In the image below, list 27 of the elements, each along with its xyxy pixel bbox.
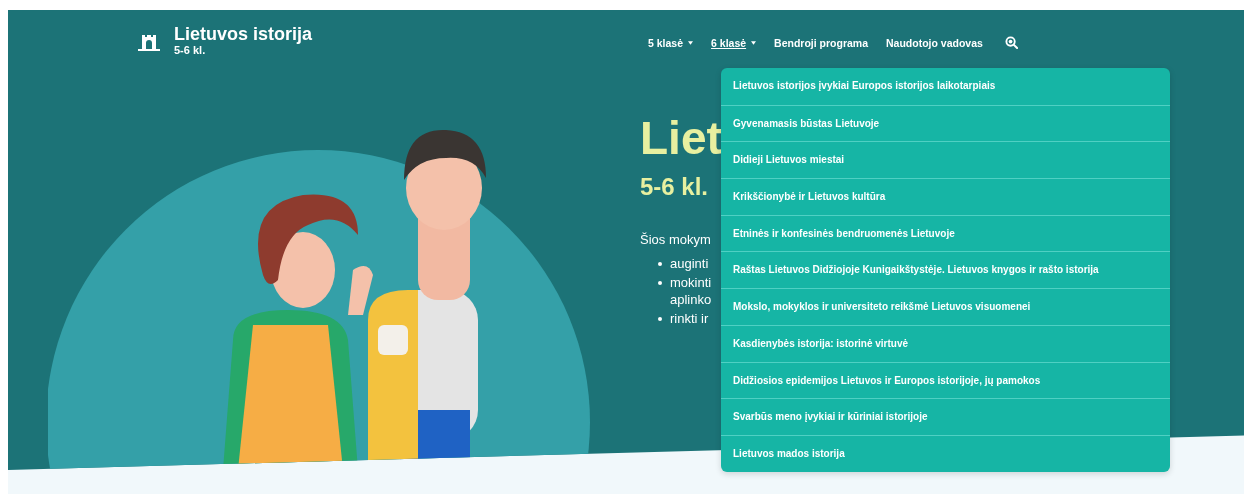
- bullet-icon: [658, 317, 662, 321]
- menu-item[interactable]: Didieji Lietuvos miestai: [721, 141, 1170, 179]
- bullet-text: auginti: [670, 255, 709, 272]
- hero-subtitle: 5-6 kl.: [640, 172, 710, 202]
- menu-item[interactable]: Lietuvos mados istorija: [721, 434, 1170, 472]
- bullet-text: rinkti ir: [670, 310, 709, 327]
- bullet-icon: [658, 281, 662, 285]
- nav-link[interactable]: Naudotojo vadovas: [886, 36, 983, 49]
- search-icon[interactable]: [1004, 36, 1018, 49]
- menu-item[interactable]: Etninės ir konfesinės bendruomenės Lietuvoje: [721, 214, 1170, 252]
- menu-item[interactable]: Svarbūs meno įvykiai ir kūriniai istorijoje: [721, 398, 1170, 435]
- nav-link[interactable]: Bendroji programa: [774, 36, 869, 49]
- site-title[interactable]: Lietuvos istorija: [174, 24, 313, 44]
- menu-item[interactable]: Kasdienybės istorija: istorinė virtuvė: [721, 324, 1170, 362]
- tower-icon[interactable]: [138, 34, 160, 52]
- bullet-icon: [658, 262, 662, 266]
- nav-link[interactable]: 5 klasė: [648, 36, 694, 49]
- menu-item[interactable]: Gyvenamasis būstas Lietuvoje: [721, 104, 1170, 142]
- hero-title: Liet: [640, 112, 722, 164]
- menu-item[interactable]: Didžiosios epidemijos Lietuvos ir Europos istorijoje, jų pamokos: [721, 361, 1170, 399]
- intro-text: Šios mokym: [640, 232, 712, 247]
- nav-link[interactable]: 6 klasė: [711, 36, 757, 49]
- menu-item[interactable]: Mokslo, mokyklos ir universiteto reikšmė Lietuvos visuomenei: [721, 288, 1170, 325]
- menu-item[interactable]: Lietuvos istorijos įvykiai Europos istorijos laikotarpiais: [721, 68, 1170, 105]
- menu-item[interactable]: Krikščionybė ir Lietuvos kultūra: [721, 178, 1170, 215]
- site-subtitle: 5-6 kl.: [174, 44, 207, 57]
- menu-item[interactable]: Raštas Lietuvos Didžiojoje Kunigaikštystėje. Lietuvos knygos ir rašto istorija: [721, 251, 1170, 289]
